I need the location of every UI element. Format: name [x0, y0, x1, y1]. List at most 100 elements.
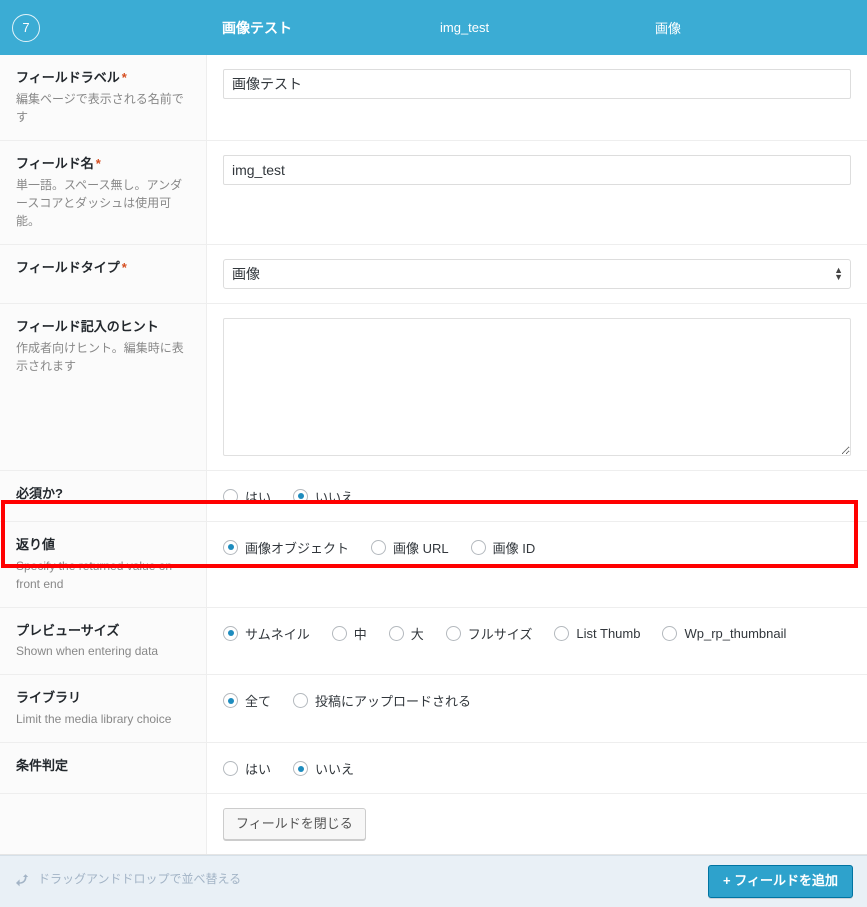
radio-return-image-url[interactable]: 画像 URL	[371, 538, 449, 557]
radio-circle-icon	[293, 693, 309, 709]
radio-circle-icon	[223, 488, 238, 504]
row-field-required: 必須か? はい いいえ	[0, 470, 867, 522]
radio-required-yes[interactable]: はい	[223, 487, 271, 506]
required-marker: *	[121, 259, 127, 275]
radio-circle-icon	[371, 539, 387, 555]
drag-hint-text: ドラッグアンドドロップで並べ替える	[38, 872, 242, 887]
row-label-cell: 条件判定	[0, 743, 207, 794]
radio-conditional-yes[interactable]: はい	[223, 759, 271, 778]
field-type-select[interactable]: 画像	[223, 258, 851, 289]
row-input-cell: サムネイル 中 大 フルサイズ List Thumb Wp_rp_thumbna…	[207, 607, 867, 675]
radio-preview-list-thumb[interactable]: List Thumb	[554, 625, 641, 641]
field-settings-rows: フィールドラベル* 編集ページで表示される名前です フィールド名* 単一語。スペ…	[0, 55, 867, 856]
radio-circle-icon	[293, 761, 309, 777]
row-input-cell	[207, 140, 867, 244]
row-library: ライブラリ Limit the media library choice 全て …	[0, 675, 867, 744]
radio-circle-icon	[662, 625, 678, 641]
row-label-cell: フィールド名 * 単一語。スペース無し。アンダースコアとダッシュは使用可能。	[0, 140, 207, 244]
radio-preview-large[interactable]: 大	[388, 624, 424, 643]
drag-arrow-icon	[14, 872, 30, 892]
label-title: プレビューサイズ	[16, 622, 120, 638]
add-field-button[interactable]: + フィールドを追加	[708, 865, 853, 899]
radio-label: はい	[245, 489, 272, 505]
drag-and-drop-hint: ドラッグアンドドロップで並べ替える	[14, 871, 241, 892]
radio-circle-icon	[223, 539, 238, 555]
radio-preview-thumbnail[interactable]: サムネイル	[223, 624, 310, 643]
field-name-input[interactable]	[223, 154, 851, 185]
row-label-cell-empty	[0, 794, 207, 855]
preview-size-radio-group: サムネイル 中 大 フルサイズ List Thumb Wp_rp_thumbna…	[223, 622, 786, 643]
radio-label: フルサイズ	[467, 626, 533, 642]
radio-circle-icon	[388, 625, 404, 641]
field-order-badge: 7	[12, 13, 40, 42]
radio-conditional-no[interactable]: いいえ	[293, 759, 354, 778]
row-field-name: フィールド名 * 単一語。スペース無し。アンダースコアとダッシュは使用可能。	[0, 140, 867, 245]
label-description: Limit the media library choice	[16, 712, 172, 727]
row-input-cell: 画像 ▲ ▼	[207, 244, 867, 303]
label-title: フィールド記入のヒント	[16, 318, 159, 334]
radio-label: 大	[410, 626, 424, 642]
field-footer-bar: ドラッグアンドドロップで並べ替える + フィールドを追加	[0, 855, 867, 907]
row-label-cell: フィールド記入のヒント 作成者向けヒント。編集時に表示されます	[0, 303, 207, 470]
radio-label: 全て	[245, 694, 272, 710]
radio-circle-icon	[223, 761, 238, 777]
radio-circle-icon	[445, 625, 461, 641]
return-value-radio-group: 画像オブジェクト 画像 URL 画像 ID	[223, 536, 535, 557]
row-return-value: 返り値 Specify the returned value on front …	[0, 521, 867, 608]
radio-label: サムネイル	[245, 626, 310, 642]
row-label-cell: フィールドラベル * 編集ページで表示される名前です	[0, 55, 207, 140]
header-field-label: 画像テスト	[222, 19, 292, 36]
label-title: ライブラリ	[16, 690, 82, 706]
row-field-instructions: フィールド記入のヒント 作成者向けヒント。編集時に表示されます	[0, 303, 867, 471]
label-description: Shown when entering data	[16, 644, 159, 659]
radio-preview-medium[interactable]: 中	[331, 624, 367, 643]
label-title: フィールドラベル *	[16, 70, 127, 85]
radio-required-no[interactable]: いいえ	[293, 487, 354, 506]
row-input-cell: はい いいえ	[207, 743, 867, 794]
field-editor-panel: 7 画像テスト img_test 画像 フィールドラベル * 編集ページで表示され…	[0, 0, 867, 907]
label-description: 単一語。スペース無し。アンダースコアとダッシュは使用可能。	[16, 177, 183, 228]
radio-preview-wp-rp-thumbnail[interactable]: Wp_rp_thumbnail	[662, 625, 787, 641]
radio-circle-icon	[223, 693, 238, 709]
radio-circle-icon	[470, 539, 486, 555]
radio-return-image-id[interactable]: 画像 ID	[470, 538, 535, 557]
row-preview-size: プレビューサイズ Shown when entering data サムネイル …	[0, 607, 867, 676]
row-close-field: フィールドを閉じる	[0, 794, 867, 856]
row-label-cell: ライブラリ Limit the media library choice	[0, 675, 207, 743]
row-field-type: フィールドタイプ * 画像 ▲ ▼	[0, 244, 867, 304]
radio-label: 投稿にアップロードされる	[315, 694, 472, 710]
field-header-bar[interactable]: 7 画像テスト img_test 画像	[0, 0, 867, 55]
label-description: 作成者向けヒント。編集時に表示されます	[16, 340, 184, 373]
row-label-cell: フィールドタイプ *	[0, 244, 207, 303]
label-description: Specify the returned value on front end	[16, 558, 173, 591]
radio-preview-full[interactable]: フルサイズ	[445, 624, 533, 643]
header-field-type: 画像	[655, 21, 682, 36]
required-marker: *	[95, 155, 101, 171]
radio-label: List Thumb	[576, 625, 641, 641]
row-field-label: フィールドラベル * 編集ページで表示される名前です	[0, 55, 867, 141]
header-field-name: img_test	[440, 20, 490, 35]
field-instructions-textarea[interactable]	[223, 317, 851, 456]
row-label-cell: プレビューサイズ Shown when entering data	[0, 607, 207, 675]
radio-library-all[interactable]: 全て	[223, 691, 271, 710]
label-title: フィールドタイプ *	[16, 259, 127, 275]
radio-circle-icon	[293, 488, 309, 504]
row-label-cell: 必須か?	[0, 470, 207, 521]
field-type-select-wrap: 画像 ▲ ▼	[223, 258, 851, 289]
field-label-input[interactable]	[223, 69, 851, 99]
row-input-cell: フィールドを閉じる	[207, 794, 867, 855]
row-label-cell: 返り値 Specify the returned value on front …	[0, 521, 207, 607]
close-field-button[interactable]: フィールドを閉じる	[223, 808, 366, 841]
radio-return-image-object[interactable]: 画像オブジェクト	[223, 538, 349, 557]
row-input-cell: 画像オブジェクト 画像 URL 画像 ID	[207, 521, 867, 607]
label-title: 返り値	[16, 536, 56, 552]
radio-circle-icon	[554, 625, 570, 641]
radio-library-uploaded-to-post[interactable]: 投稿にアップロードされる	[293, 691, 471, 710]
radio-label: Wp_rp_thumbnail	[684, 625, 787, 641]
row-input-cell	[207, 303, 867, 470]
label-title: フィールド名 *	[16, 155, 101, 171]
library-radio-group: 全て 投稿にアップロードされる	[223, 689, 471, 710]
radio-circle-icon	[331, 625, 347, 641]
radio-label: 画像オブジェクト	[245, 540, 350, 556]
radio-circle-icon	[223, 625, 238, 641]
